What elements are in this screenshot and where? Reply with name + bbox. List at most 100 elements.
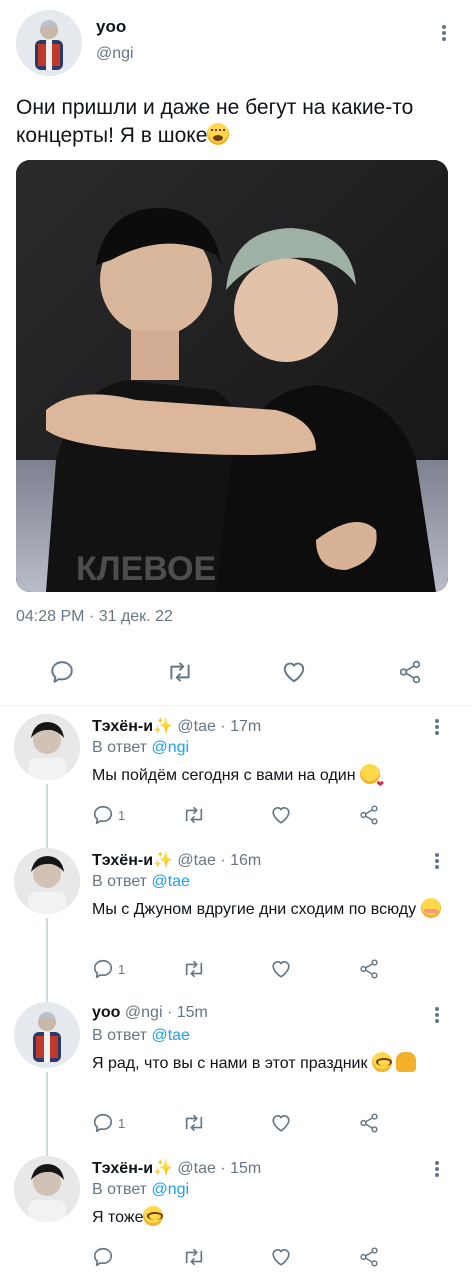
retweet-icon — [170, 662, 190, 682]
author-name[interactable]: Тэхён-и — [92, 718, 153, 735]
mention-link[interactable]: @ngi — [151, 739, 189, 756]
retweet-button[interactable] — [182, 800, 206, 830]
mention-link[interactable]: @tae — [151, 1027, 189, 1044]
reply-button[interactable] — [40, 650, 84, 694]
tweet-photo[interactable]: КЛЕВОЕ — [16, 160, 448, 592]
reply-text: Я рад, что вы с нами в этот праздник — [92, 1052, 452, 1076]
share-icon — [360, 1113, 378, 1133]
reply-button[interactable]: 1 — [92, 1108, 125, 1138]
reply-text: Мы пойдём сегодня с вами на один — [92, 764, 452, 796]
reply-prefix: В ответ — [92, 1181, 148, 1198]
more-vertical-icon[interactable] — [428, 1160, 446, 1178]
more-vertical-icon[interactable] — [435, 24, 453, 42]
reply-tweet: Тэхён-и✨ @tae · 15m В ответ @ngi Я тоже — [0, 1146, 472, 1280]
reply-actions: 1 — [86, 954, 426, 984]
reply-prefix: В ответ — [92, 873, 148, 890]
share-icon — [360, 959, 378, 979]
author-handle[interactable]: @ngi — [96, 45, 134, 63]
heart-icon — [272, 807, 290, 824]
author-handle-time: @tae · 16m — [177, 852, 262, 869]
sparkle-icon: ✨ — [153, 1160, 173, 1177]
retweet-icon — [185, 806, 203, 824]
reply-count: 1 — [118, 961, 126, 977]
reply-header: yoo @ngi · 15m — [92, 1004, 208, 1022]
avatar[interactable] — [14, 848, 80, 914]
reply-prefix: В ответ — [92, 739, 148, 756]
retweet-icon — [185, 1248, 203, 1266]
mention-link[interactable]: @ngi — [151, 1181, 189, 1198]
in-reply-to: В ответ @tae — [92, 1027, 190, 1045]
pleading-emoji-icon — [143, 1206, 164, 1226]
author-name[interactable]: Тэхён-и — [92, 1160, 153, 1177]
like-button[interactable] — [270, 954, 292, 984]
retweet-button[interactable] — [182, 954, 206, 984]
sparkle-icon: ✨ — [153, 718, 173, 735]
speech-bubble-icon — [51, 661, 73, 683]
more-vertical-icon[interactable] — [428, 718, 446, 736]
author-handle-time: @ngi · 15m — [124, 1004, 208, 1021]
heart-icon — [272, 961, 290, 978]
reply-text: Я тоже — [92, 1206, 452, 1230]
pleading-emoji-icon — [371, 1052, 392, 1072]
hands-emoji-icon — [396, 1052, 417, 1072]
share-button[interactable] — [358, 954, 380, 984]
reply-header: Тэхён-и✨ @tae · 17m — [92, 716, 261, 736]
avatar[interactable] — [14, 1156, 80, 1222]
reply-button[interactable]: 1 — [92, 800, 125, 830]
share-button[interactable] — [358, 1108, 380, 1138]
heart-icon — [272, 1115, 290, 1132]
reply-text-content: Мы пойдём сегодня с вами на один — [92, 767, 356, 784]
author-name[interactable]: yoo — [96, 17, 126, 37]
like-button[interactable] — [270, 800, 292, 830]
retweet-button[interactable] — [182, 1242, 206, 1272]
sparkle-icon: ✨ — [153, 852, 173, 869]
avatar[interactable] — [14, 1002, 80, 1068]
photo-image: КЛЕВОЕ — [16, 160, 448, 592]
shocked-emoji-icon — [207, 123, 230, 145]
reply-text-content: Я тоже — [92, 1209, 144, 1226]
more-vertical-icon[interactable] — [428, 852, 446, 870]
reply-header: Тэхён-и✨ @tae · 16m — [92, 850, 261, 870]
share-icon — [399, 660, 421, 684]
avatar[interactable] — [16, 10, 82, 76]
reply-actions: 1 — [86, 800, 426, 830]
retweet-button[interactable] — [182, 1108, 206, 1138]
reply-actions: 1 — [86, 1108, 426, 1138]
author-name[interactable]: yoo — [92, 1004, 120, 1021]
reply-count: 1 — [118, 1115, 126, 1131]
reply-button[interactable]: 1 — [92, 954, 125, 984]
retweet-icon — [185, 1114, 203, 1132]
reply-header: Тэхён-и✨ @tae · 15m — [92, 1158, 261, 1178]
photo-watermark: КЛЕВОЕ — [76, 550, 216, 588]
thread-line — [46, 992, 48, 1002]
avatar[interactable] — [14, 714, 80, 780]
like-button[interactable] — [272, 650, 316, 694]
like-button[interactable] — [270, 1242, 292, 1272]
retweet-button[interactable] — [158, 650, 202, 694]
reply-text: Мы с Джуном вдругие дни сходим по всюду — [92, 898, 452, 922]
kiss-emoji-icon — [360, 764, 384, 796]
thread-line — [46, 1146, 48, 1156]
heart-icon — [283, 662, 305, 683]
more-vertical-icon[interactable] — [428, 1006, 446, 1024]
heart-icon — [272, 1249, 290, 1266]
share-button[interactable] — [388, 650, 432, 694]
tweet-actions — [0, 650, 472, 696]
author-handle-time: @tae · 17m — [177, 718, 262, 735]
author-name[interactable]: Тэхён-и — [92, 852, 153, 869]
reply-button[interactable] — [92, 1242, 118, 1272]
reply-prefix: В ответ — [92, 1027, 148, 1044]
speech-bubble-icon — [93, 959, 113, 979]
share-button[interactable] — [358, 800, 380, 830]
tweet-text: Они пришли и даже не бегут на какие-то к… — [16, 94, 462, 150]
mention-link[interactable]: @tae — [151, 873, 189, 890]
reply-tweet: yoo @ngi · 15m В ответ @tae Я рад, что в… — [0, 992, 472, 1148]
speech-bubble-icon — [93, 805, 113, 825]
like-button[interactable] — [270, 1108, 292, 1138]
in-reply-to: В ответ @tae — [92, 873, 190, 891]
reply-tweet: Тэхён-и✨ @tae · 16m В ответ @tae Мы с Дж… — [0, 838, 472, 994]
share-icon — [360, 1247, 378, 1267]
share-button[interactable] — [358, 1242, 380, 1272]
tweet-timestamp: 04:28 PM · 31 дек. 22 — [16, 608, 173, 625]
in-reply-to: В ответ @ngi — [92, 739, 189, 757]
